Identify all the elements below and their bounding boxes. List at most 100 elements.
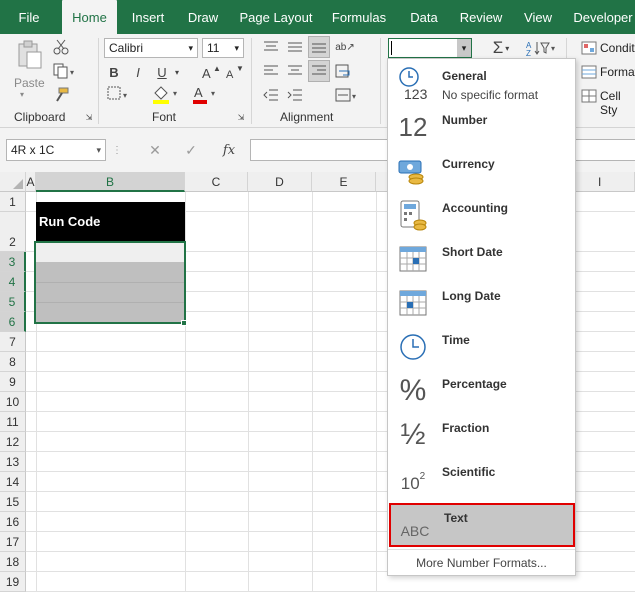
row-header-2[interactable]: 2 (0, 212, 26, 252)
menu-item-time[interactable]: Time (389, 325, 574, 369)
conditional-formatting-icon[interactable] (580, 40, 598, 56)
font-name-select[interactable]: Calibri ▾ (104, 38, 198, 58)
chevron-down-icon[interactable]: ▾ (457, 39, 471, 57)
menu-item-general[interactable]: 123 General No specific format (389, 61, 574, 105)
tab-review[interactable]: Review (454, 0, 508, 34)
align-left-icon[interactable] (262, 62, 280, 80)
chevron-down-icon: ▾ (234, 43, 239, 53)
format-painter-icon[interactable] (52, 86, 70, 104)
insert-function-icon[interactable]: fx (218, 141, 240, 159)
row-header-9[interactable]: 9 (0, 372, 26, 392)
font-color-icon[interactable]: A ▾ (190, 84, 220, 104)
column-header-d[interactable]: D (248, 172, 312, 192)
row-header-7[interactable]: 7 (0, 332, 26, 352)
bold-button[interactable]: B (106, 64, 122, 80)
row-header-16[interactable]: 16 (0, 512, 26, 532)
row-header-5[interactable]: 5 (0, 292, 26, 312)
row-header-1[interactable]: 1 (0, 192, 26, 212)
italic-button[interactable]: I (130, 64, 146, 80)
column-header-b[interactable]: B (36, 172, 185, 192)
select-all-corner[interactable] (0, 172, 26, 192)
increase-indent-icon[interactable] (286, 86, 304, 104)
chevron-down-icon: ▾ (96, 145, 101, 155)
enter-check-icon[interactable]: ✓ (182, 141, 200, 159)
row-header-11[interactable]: 11 (0, 412, 26, 432)
tab-formulas[interactable]: Formulas (326, 0, 392, 34)
tab-insert[interactable]: Insert (124, 0, 172, 34)
sort-filter-icon[interactable]: A Z ▾ (524, 38, 558, 58)
cancel-icon[interactable]: ✕ (146, 141, 164, 159)
column-header-c[interactable]: C (185, 172, 248, 192)
svg-text:▾: ▾ (551, 44, 555, 53)
cell-styles-icon[interactable] (580, 88, 598, 104)
row-header-17[interactable]: 17 (0, 532, 26, 552)
tab-view[interactable]: View (516, 0, 560, 34)
cut-icon[interactable] (52, 38, 70, 56)
format-as-table-button[interactable]: Format (600, 65, 635, 79)
menu-item-percentage[interactable]: % Percentage (389, 369, 574, 413)
autosum-icon[interactable]: Σ ▾ (488, 38, 514, 58)
underline-dropdown-icon[interactable]: ▾ (172, 64, 182, 80)
paste-dropdown-icon[interactable]: ▾ (20, 90, 24, 99)
align-right-icon[interactable] (308, 60, 330, 82)
svg-text:▾: ▾ (211, 89, 215, 98)
align-center-icon[interactable] (286, 62, 304, 80)
wrap-text-icon[interactable] (334, 62, 356, 80)
menu-item-long-date[interactable]: Long Date (389, 281, 574, 325)
font-launcher-icon[interactable]: ⇲ (236, 112, 246, 122)
menu-item-accounting[interactable]: Accounting (389, 193, 574, 237)
align-bottom-icon[interactable] (308, 36, 330, 58)
row-header-3[interactable]: 3 (0, 252, 26, 272)
menu-item-text[interactable]: ABC Text (389, 503, 575, 547)
align-middle-icon[interactable] (286, 38, 304, 56)
tab-data[interactable]: Data (402, 0, 446, 34)
column-header-a[interactable]: A (26, 172, 36, 192)
row-header-8[interactable]: 8 (0, 352, 26, 372)
decrease-indent-icon[interactable] (262, 86, 280, 104)
tab-home[interactable]: Home (62, 0, 117, 34)
format-as-table-icon[interactable] (580, 64, 598, 80)
align-top-icon[interactable] (262, 38, 280, 56)
tab-developer[interactable]: Developer (568, 0, 635, 34)
font-size-select[interactable]: 11 ▾ (202, 38, 244, 58)
number-format-select[interactable]: ▾ (388, 38, 472, 58)
merge-center-icon[interactable]: ▾ (334, 86, 360, 104)
row-header-18[interactable]: 18 (0, 552, 26, 572)
menu-item-scientific[interactable]: 10 2 Scientific (389, 457, 574, 501)
row-header-4[interactable]: 4 (0, 272, 26, 292)
column-header-e[interactable]: E (312, 172, 376, 192)
more-number-formats-link[interactable]: More Number Formats... (388, 549, 575, 575)
tab-page-layout[interactable]: Page Layout (234, 0, 318, 34)
paste-icon[interactable] (14, 40, 44, 70)
name-box[interactable]: 4R x 1C ▾ (6, 139, 106, 161)
borders-icon[interactable]: ▾ (106, 86, 132, 102)
row-header-6[interactable]: 6 (0, 312, 26, 332)
decrease-font-icon[interactable]: A ▼ (224, 64, 246, 80)
cell-b2[interactable]: Run Code (36, 202, 185, 242)
paste-button[interactable]: Paste (14, 76, 45, 90)
svg-text:Z: Z (526, 49, 531, 57)
cell-styles-button[interactable]: Cell Sty (600, 89, 635, 117)
fill-color-icon[interactable]: ▾ (150, 84, 184, 104)
underline-button[interactable]: U (154, 64, 170, 80)
row-header-13[interactable]: 13 (0, 452, 26, 472)
row-header-19[interactable]: 19 (0, 572, 26, 592)
tab-draw[interactable]: Draw (182, 0, 224, 34)
conditional-formatting-button[interactable]: Conditi (600, 41, 635, 55)
row-header-15[interactable]: 15 (0, 492, 26, 512)
column-header-i[interactable]: I (598, 172, 601, 192)
menu-item-number[interactable]: 12 Number (389, 105, 574, 149)
fill-handle[interactable] (181, 320, 187, 326)
orientation-icon[interactable]: ab↗ (334, 38, 356, 56)
menu-item-label: Fraction (442, 421, 490, 435)
tab-file[interactable]: File (6, 0, 52, 34)
row-header-14[interactable]: 14 (0, 472, 26, 492)
menu-item-short-date[interactable]: Short Date (389, 237, 574, 281)
increase-font-icon[interactable]: A ▲ (200, 64, 222, 80)
menu-item-fraction[interactable]: ½ Fraction (389, 413, 574, 457)
copy-icon[interactable]: ▾ (52, 62, 78, 80)
row-header-10[interactable]: 10 (0, 392, 26, 412)
clipboard-launcher-icon[interactable]: ⇲ (84, 112, 94, 122)
menu-item-currency[interactable]: Currency (389, 149, 574, 193)
row-header-12[interactable]: 12 (0, 432, 26, 452)
